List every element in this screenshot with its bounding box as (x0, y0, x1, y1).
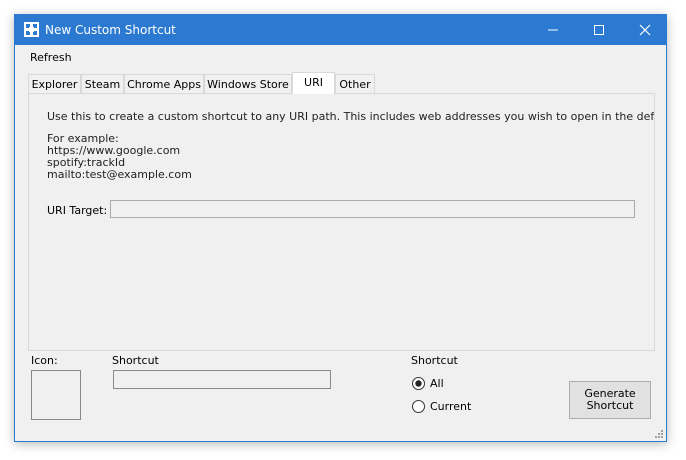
uri-target-input[interactable] (110, 200, 635, 218)
menu-bar: Refresh (15, 46, 666, 68)
tab-explorer[interactable]: Explorer (28, 74, 81, 93)
close-icon (639, 24, 651, 36)
radio-unchecked-icon[interactable] (412, 400, 425, 413)
app-icon (24, 22, 39, 37)
tab-chrome-apps[interactable]: Chrome Apps (124, 74, 204, 93)
tab-steam[interactable]: Steam (81, 74, 124, 93)
uri-tab-panel: Use this to create a custom shortcut to … (28, 93, 655, 351)
radio-checked-icon[interactable] (412, 377, 425, 390)
minimize-icon (548, 29, 558, 31)
example-line: mailto:test@example.com (47, 168, 192, 181)
examples-block: For example: https://www.google.com spot… (47, 133, 192, 181)
icon-preview[interactable] (31, 370, 81, 420)
uri-description: Use this to create a custom shortcut to … (47, 110, 655, 123)
uri-target-label: URI Target: (47, 204, 108, 217)
close-button[interactable] (622, 15, 668, 45)
radio-current-label: Current (430, 400, 472, 413)
tab-uri[interactable]: URI (292, 72, 335, 94)
menu-refresh[interactable]: Refresh (30, 51, 72, 64)
shortcut-label: Shortcut (112, 354, 159, 367)
minimize-button[interactable] (530, 15, 576, 45)
tab-windows-store[interactable]: Windows Store (204, 74, 292, 93)
radio-all-label: All (430, 377, 444, 390)
shortcut-scope-label: Shortcut (411, 354, 458, 367)
generate-label-line2: Shortcut (586, 399, 634, 412)
generate-shortcut-button[interactable]: Generate Shortcut (569, 381, 651, 419)
new-custom-shortcut-window: New Custom Shortcut Refresh Explorer Ste… (14, 14, 667, 442)
resize-grip-icon[interactable] (654, 429, 664, 439)
maximize-icon (594, 25, 604, 35)
maximize-button[interactable] (576, 15, 622, 45)
shortcut-name-input[interactable] (113, 370, 331, 389)
title-bar[interactable]: New Custom Shortcut (15, 15, 666, 45)
tab-other[interactable]: Other (335, 74, 375, 93)
icon-label: Icon: (31, 354, 58, 367)
window-title: New Custom Shortcut (45, 23, 176, 37)
